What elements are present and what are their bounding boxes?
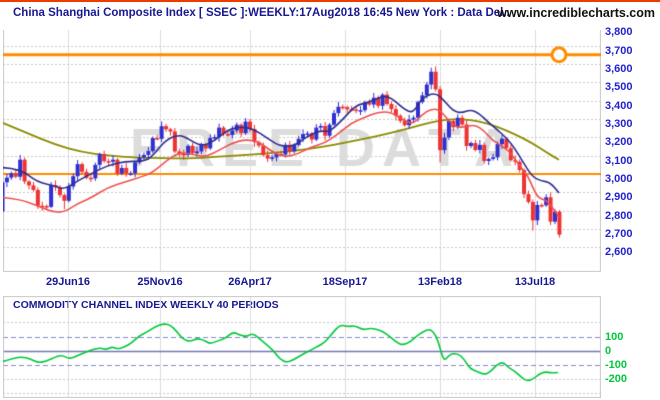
- date-tick-label: 26Apr17: [228, 276, 272, 288]
- date-tick-label: 29Jun16: [45, 276, 91, 288]
- price-tick-label: 3,100: [605, 154, 633, 167]
- price-tick-label: 3,500: [605, 81, 633, 94]
- price-tick-label: 3,300: [605, 118, 633, 130]
- price-tick-label: 3,600: [605, 63, 633, 76]
- price-chart-canvas[interactable]: [3, 30, 601, 272]
- header-rule: [0, 0, 660, 2]
- cci-tick-label: -100: [605, 358, 628, 371]
- chart-title: China Shanghai Composite Index [ SSEC ]:…: [13, 7, 510, 19]
- cci-chart-canvas[interactable]: [3, 296, 601, 398]
- date-tick-label: 18Sep17: [322, 276, 368, 288]
- cci-tick-label: 100: [605, 330, 624, 343]
- brand-link[interactable]: www.incrediblecharts.com: [497, 6, 655, 20]
- chart-window: China Shanghai Composite Index [ SSEC ]:…: [0, 0, 660, 400]
- price-tick-label: 3,000: [605, 173, 633, 185]
- price-tick-label: 3,700: [605, 44, 633, 57]
- price-tick-label: 2,600: [605, 246, 633, 259]
- price-tick-label: 3,400: [605, 99, 633, 112]
- price-tick-label: 2,800: [605, 209, 633, 222]
- price-tick-label: 3,200: [605, 136, 633, 149]
- price-tick-label: 3,800: [605, 26, 633, 39]
- date-tick-label: 25Nov16: [137, 276, 183, 288]
- date-tick-label: 13Feb18: [417, 276, 463, 288]
- cci-tick-label: 0: [605, 344, 612, 357]
- date-tick-label: 13Jul18: [514, 276, 556, 288]
- cci-tick-label: -200: [605, 372, 628, 385]
- price-tick-label: 2,900: [605, 191, 633, 204]
- price-tick-label: 2,700: [605, 227, 633, 240]
